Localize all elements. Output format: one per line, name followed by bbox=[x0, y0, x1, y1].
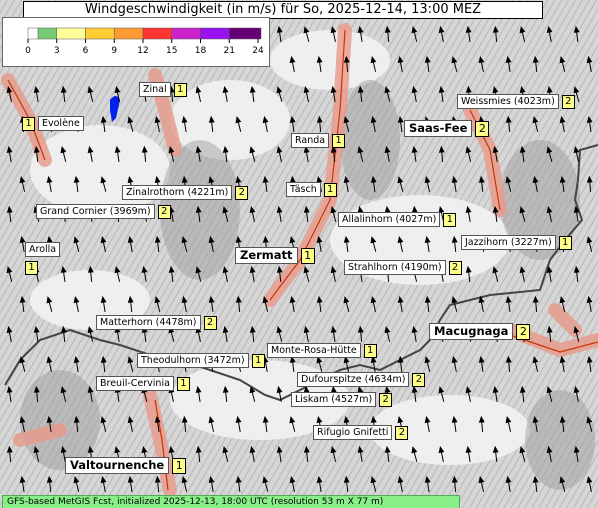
place-label: Zinal 1 bbox=[139, 82, 187, 97]
place-label: Monte-Rosa-Hütte 1 bbox=[267, 343, 377, 358]
place-label: 1 Evolène bbox=[22, 116, 84, 131]
place-name: Breuil-Cervinia bbox=[96, 376, 174, 391]
place-label: Randa 1 bbox=[291, 133, 346, 148]
legend-tick-label: 12 bbox=[137, 46, 149, 56]
legend-tick-label: 9 bbox=[111, 46, 118, 56]
legend-tick-label: 18 bbox=[194, 46, 207, 56]
place-name: Randa bbox=[291, 133, 330, 148]
place-label: Rifugio Gnifetti 2 bbox=[313, 425, 409, 440]
place-name: Grand Cornier (3969m) bbox=[36, 204, 155, 219]
wind-speed-value: 1 bbox=[443, 212, 457, 227]
place-label: Dufourspitze (4634m) 2 bbox=[297, 372, 426, 387]
wind-speed-value: 1 bbox=[25, 261, 38, 275]
place-label: Strahlhorn (4190m) 2 bbox=[344, 260, 462, 275]
wind-speed-value: 2 bbox=[516, 323, 531, 340]
place-label: Matterhorn (4478m) 2 bbox=[96, 315, 217, 330]
legend-swatch bbox=[171, 27, 201, 40]
place-name: Theodulhorn (3472m) bbox=[137, 353, 249, 368]
legend-swatch bbox=[37, 27, 57, 40]
place-name: Liskam (4527m) bbox=[291, 392, 377, 407]
wind-speed-value: 2 bbox=[203, 315, 217, 330]
legend-swatch bbox=[85, 27, 115, 40]
wind-speed-value: 2 bbox=[235, 185, 249, 200]
wind-speed-legend: 0 3 6 9 12 15 18 21 24 bbox=[2, 17, 270, 67]
legend-tick-label: 15 bbox=[166, 46, 178, 56]
wind-speed-value: 2 bbox=[448, 260, 462, 275]
place-label: Valtournenche 1 bbox=[65, 457, 187, 474]
place-name: Saas-Fee bbox=[404, 120, 473, 137]
legend-tick-label: 21 bbox=[223, 46, 235, 56]
place-name: Macugnaga bbox=[429, 323, 514, 340]
place-label: Zermatt 1 bbox=[235, 247, 315, 264]
legend-tick-label: 0 bbox=[25, 46, 31, 56]
wind-speed-value: 2 bbox=[379, 392, 393, 407]
place-name: Rifugio Gnifetti bbox=[313, 425, 393, 440]
legend-swatch bbox=[200, 27, 230, 40]
legend-swatch bbox=[229, 27, 262, 40]
wind-speed-value: 1 bbox=[22, 116, 35, 131]
place-name: Allalinhorn (4027m) bbox=[338, 212, 441, 227]
forecast-info-footer: GFS-based MetGIS Fcst, initialized 2025-… bbox=[2, 495, 460, 508]
place-name: Täsch bbox=[286, 182, 321, 197]
wind-speed-value: 2 bbox=[561, 94, 575, 109]
wind-speed-value: 2 bbox=[157, 204, 171, 219]
legend-color-scale bbox=[27, 27, 262, 43]
place-name: Strahlhorn (4190m) bbox=[344, 260, 446, 275]
place-label: Zinalrothorn (4221m) 2 bbox=[122, 185, 249, 200]
place-label: Täsch 1 bbox=[286, 182, 337, 197]
place-label: Allalinhorn (4027m) 1 bbox=[338, 212, 457, 227]
place-label: Grand Cornier (3969m) 2 bbox=[36, 204, 171, 219]
legend-tick-label: 6 bbox=[82, 46, 89, 56]
place-name: Arolla bbox=[25, 242, 61, 257]
place-label: Jazzihorn (3227m) 1 bbox=[461, 235, 572, 250]
wind-speed-value: 1 bbox=[172, 457, 187, 474]
legend-swatch bbox=[56, 27, 86, 40]
place-name: Zinal bbox=[139, 82, 171, 97]
place-label: Liskam (4527m) 2 bbox=[291, 392, 393, 407]
wind-speed-value: 2 bbox=[412, 372, 426, 387]
wind-speed-value: 1 bbox=[558, 235, 572, 250]
wind-speed-value: 2 bbox=[475, 120, 490, 137]
wind-speed-value: 1 bbox=[332, 133, 346, 148]
place-name: Valtournenche bbox=[65, 457, 170, 474]
wind-speed-value: 1 bbox=[176, 376, 190, 391]
place-label: Saas-Fee 2 bbox=[404, 120, 490, 137]
place-name: Jazzihorn (3227m) bbox=[461, 235, 556, 250]
place-name: Weissmies (4023m) bbox=[457, 94, 559, 109]
place-label: Macugnaga 2 bbox=[429, 323, 531, 340]
legend-swatch bbox=[142, 27, 172, 40]
place-name: Zermatt bbox=[235, 247, 298, 264]
wind-map: Windgeschwindigkeit (in m/s) für So, 202… bbox=[0, 0, 598, 508]
place-name: Dufourspitze (4634m) bbox=[297, 372, 410, 387]
place-label: Breuil-Cervinia 1 bbox=[96, 376, 190, 391]
legend-tick-label: 3 bbox=[53, 46, 60, 56]
legend-swatch bbox=[114, 27, 144, 40]
place-name: Matterhorn (4478m) bbox=[96, 315, 201, 330]
wind-speed-value: 1 bbox=[173, 82, 187, 97]
legend-swatch bbox=[27, 27, 39, 40]
legend-tick-label: 24 bbox=[252, 46, 264, 56]
place-name: Evolène bbox=[38, 116, 84, 131]
place-name: Monte-Rosa-Hütte bbox=[267, 343, 361, 358]
wind-speed-value: 1 bbox=[323, 182, 337, 197]
wind-speed-value: 1 bbox=[251, 353, 265, 368]
place-name: Zinalrothorn (4221m) bbox=[122, 185, 233, 200]
wind-speed-value: 1 bbox=[363, 343, 377, 358]
wind-speed-value: 1 bbox=[300, 247, 315, 264]
wind-speed-value: 2 bbox=[395, 425, 409, 440]
place-label: Arolla 1 bbox=[25, 242, 61, 275]
place-label: Weissmies (4023m) 2 bbox=[457, 94, 575, 109]
place-label: Theodulhorn (3472m) 1 bbox=[137, 353, 265, 368]
